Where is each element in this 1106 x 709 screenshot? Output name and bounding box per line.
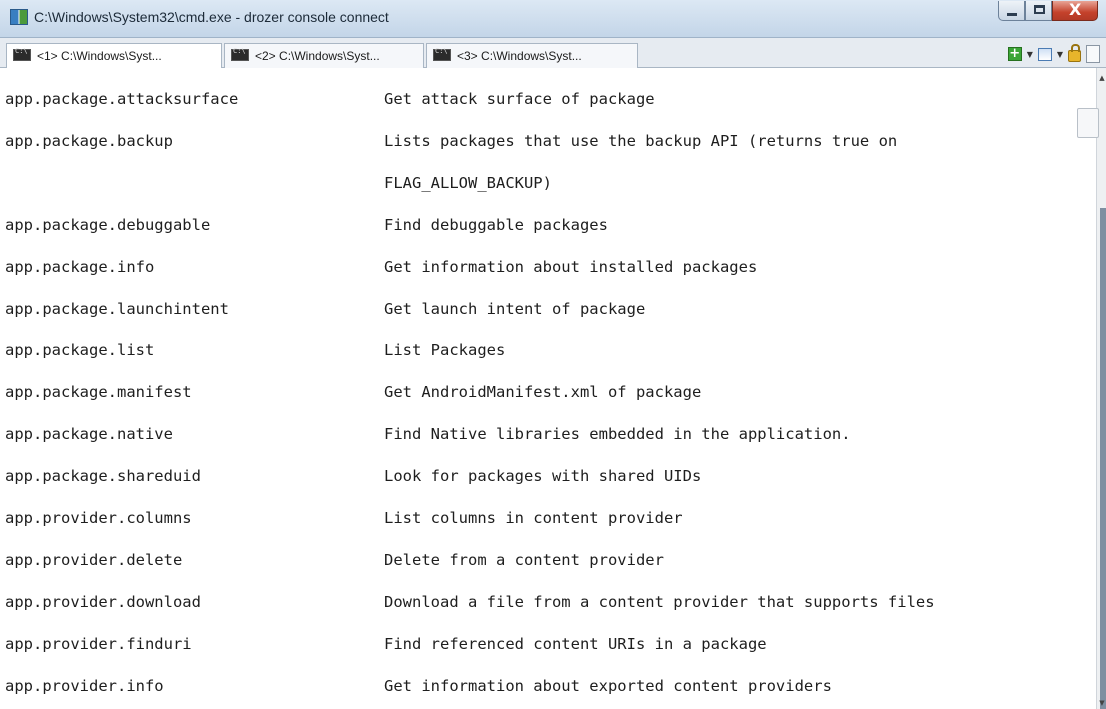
- close-button[interactable]: X: [1052, 0, 1098, 21]
- console-app-icon[interactable]: [10, 9, 28, 25]
- command-name: app.provider.finduri: [5, 634, 192, 653]
- command-name: app.package.list: [5, 341, 155, 360]
- command-name: app.package.shareduid: [5, 467, 201, 486]
- console-row: app.provider.download Download a file fro…: [0, 592, 1096, 632]
- console-row: app.package.native Find Native libraries …: [0, 424, 1096, 464]
- tab-toolbar: + ▼ ▼: [1007, 44, 1100, 63]
- command-name: app.provider.download: [5, 592, 201, 611]
- command-description: Find debuggable packages: [384, 215, 608, 234]
- console-row: FLAG_ALLOW_BACKUP): [0, 173, 1096, 213]
- console-row: app.package.info Get information about in…: [0, 257, 1096, 297]
- console-row: app.provider.finduri Find referenced cont…: [0, 634, 1096, 674]
- console-output[interactable]: app.package.attacksurface Get attack surf…: [0, 68, 1096, 709]
- console-row: app.provider.info Get information about e…: [0, 676, 1096, 709]
- close-icon: X: [1069, 0, 1082, 19]
- new-console-icon[interactable]: +: [1007, 47, 1022, 61]
- dropdown-arrow-icon[interactable]: ▼: [1057, 50, 1063, 59]
- tab-label: <2> C:\Windows\Syst...: [255, 49, 380, 63]
- tab-console-2[interactable]: <2> C:\Windows\Syst...: [224, 43, 424, 68]
- command-description: Get information about installed packages: [384, 257, 758, 276]
- command-name: app.provider.columns: [5, 509, 192, 527]
- console-icon: [231, 47, 249, 61]
- command-description: Lists packages that use the backup API (…: [384, 131, 898, 150]
- pane-icon[interactable]: [1086, 45, 1100, 63]
- command-name: app.package.info: [5, 257, 155, 276]
- console-icon: [13, 47, 31, 61]
- title-bar[interactable]: C:\Windows\System32\cmd.exe - drozer con…: [0, 0, 1106, 38]
- command-description: Get AndroidManifest.xml of package: [384, 383, 702, 402]
- lock-icon[interactable]: [1068, 44, 1081, 62]
- command-name: app.package.attacksurface: [5, 90, 239, 108]
- command-name: app.package.launchintent: [5, 299, 229, 318]
- tab-console-1[interactable]: <1> C:\Windows\Syst...: [6, 43, 222, 69]
- console-row: app.package.debuggable Find debuggable pa…: [0, 215, 1096, 255]
- command-description: Download a file from a content provider …: [384, 592, 935, 611]
- tab-bar: <1> C:\Windows\Syst... <2> C:\Windows\Sy…: [0, 38, 1106, 69]
- tab-label: <1> C:\Windows\Syst...: [37, 49, 162, 63]
- command-description: List Packages: [384, 341, 506, 360]
- command-description: Delete from a content provider: [384, 550, 664, 569]
- window-icon[interactable]: [1037, 47, 1052, 61]
- console-row: app.package.launchintent Get launch inten…: [0, 299, 1096, 339]
- command-description: Get launch intent of package: [384, 299, 646, 318]
- command-description: FLAG_ALLOW_BACKUP): [384, 173, 552, 192]
- vertical-scrollbar[interactable]: ▲ ▼: [1077, 68, 1106, 709]
- command-name: app.provider.delete: [5, 550, 183, 569]
- command-description: Find Native libraries embedded in the ap…: [384, 425, 851, 444]
- command-description: Look for packages with shared UIDs: [384, 467, 702, 486]
- tab-label: <3> C:\Windows\Syst...: [457, 49, 582, 63]
- scroll-track[interactable]: [1100, 208, 1106, 709]
- console-icon: [433, 47, 451, 61]
- command-name: app.package.manifest: [5, 383, 192, 402]
- command-name: app.provider.info: [5, 676, 164, 695]
- command-description: Find referenced content URIs in a packag…: [384, 634, 767, 653]
- scroll-thumb[interactable]: [1077, 108, 1099, 138]
- console-row: app.package.list List Packages: [0, 340, 1096, 380]
- command-name: app.package.native: [5, 425, 173, 444]
- window-title: C:\Windows\System32\cmd.exe - drozer con…: [34, 9, 389, 25]
- console-row: app.package.backup Lists packages that us…: [0, 131, 1096, 171]
- dropdown-arrow-icon[interactable]: ▼: [1027, 50, 1033, 59]
- command-name: app.package.debuggable: [5, 215, 211, 234]
- console-row: app.provider.columns List columns in cont…: [0, 508, 1096, 548]
- maximize-icon: [1034, 5, 1045, 14]
- command-name: app.package.backup: [5, 131, 173, 150]
- command-description: Get attack surface of package: [384, 90, 655, 108]
- minimize-button[interactable]: [998, 1, 1025, 21]
- command-description: List columns in content provider: [384, 509, 683, 527]
- console-row: app.package.manifest Get AndroidManifest.…: [0, 382, 1096, 422]
- tab-console-3[interactable]: <3> C:\Windows\Syst...: [426, 43, 638, 68]
- console-row: app.package.attacksurface Get attack surf…: [0, 89, 1096, 129]
- minimize-icon: [1007, 13, 1017, 16]
- command-description: Get information about exported content p…: [384, 676, 832, 695]
- window-controls: X: [998, 0, 1098, 23]
- console-row: app.package.shareduid Look for packages w…: [0, 466, 1096, 506]
- scroll-down-icon[interactable]: ▼: [1097, 699, 1106, 707]
- maximize-button[interactable]: [1025, 1, 1052, 21]
- scroll-up-icon[interactable]: ▲: [1097, 74, 1106, 82]
- console-row: app.provider.delete Delete from a content…: [0, 550, 1096, 590]
